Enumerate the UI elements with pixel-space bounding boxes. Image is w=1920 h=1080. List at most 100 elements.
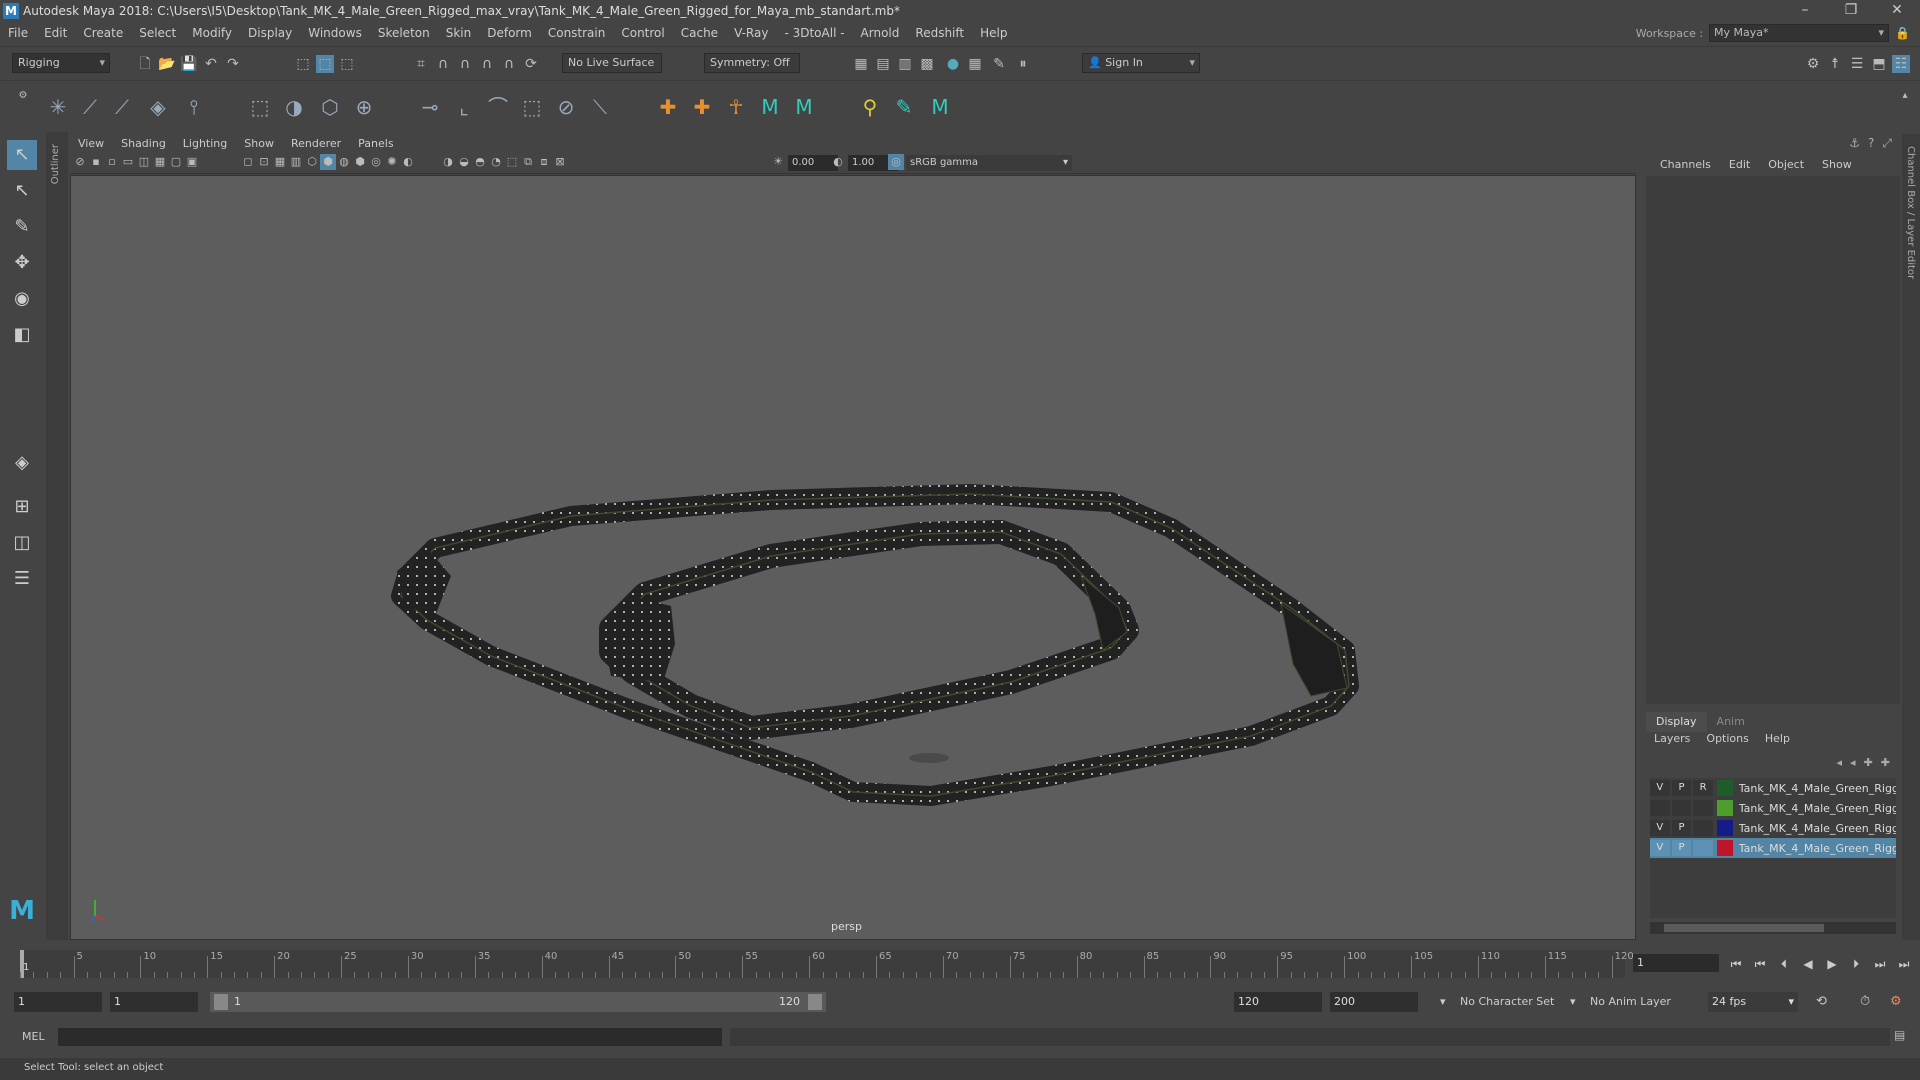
- redo-icon[interactable]: ↷: [224, 55, 242, 73]
- minimize-button[interactable]: –: [1782, 0, 1828, 22]
- grid-icon[interactable]: ▦: [152, 154, 168, 170]
- play-forwards-icon[interactable]: ▶: [1822, 954, 1842, 974]
- layout-single-icon[interactable]: ⊞: [7, 492, 37, 522]
- auto-key-icon[interactable]: ⏱: [1860, 992, 1870, 1012]
- fps-dropdown[interactable]: 24 fps ▾: [1708, 992, 1798, 1012]
- layer-visibility-toggle[interactable]: V: [1650, 840, 1670, 856]
- render-settings-icon[interactable]: ▩: [918, 55, 936, 73]
- isolate-select-icon[interactable]: ⬚: [504, 154, 520, 170]
- safe-action-icon[interactable]: ▦: [272, 154, 288, 170]
- move-layer-down-icon[interactable]: ◂: [1850, 756, 1856, 769]
- menu-control[interactable]: Control: [613, 26, 672, 40]
- playback-start-field[interactable]: 1: [110, 992, 198, 1012]
- layer-display-type-toggle[interactable]: [1693, 820, 1713, 836]
- perspective-viewport[interactable]: persp: [70, 175, 1636, 940]
- menu-deform[interactable]: Deform: [479, 26, 540, 40]
- snap-point-icon[interactable]: ∩: [456, 55, 474, 73]
- menu-windows[interactable]: Windows: [300, 26, 370, 40]
- channel-box-menu-edit[interactable]: Edit: [1721, 158, 1758, 171]
- menu-select[interactable]: Select: [131, 26, 184, 40]
- layer-color-swatch[interactable]: [1716, 820, 1733, 836]
- xray-icon[interactable]: ⧉: [520, 154, 536, 170]
- paint-weights-icon[interactable]: ◑: [280, 93, 308, 121]
- menu-file[interactable]: File: [0, 26, 36, 40]
- layer-display-type-toggle[interactable]: [1693, 840, 1713, 856]
- menu-vray[interactable]: V-Ray: [726, 26, 776, 40]
- tool-settings-icon[interactable]: ⬒: [1870, 55, 1888, 73]
- shelf-menu-icon[interactable]: ⚙: [14, 87, 32, 105]
- bind-skin-icon[interactable]: ⬚: [246, 93, 274, 121]
- human-ik-icon[interactable]: ☨: [1826, 55, 1844, 73]
- move-layer-up-icon[interactable]: ◂: [1837, 756, 1843, 769]
- joint-tool-icon[interactable]: ✳: [44, 93, 72, 121]
- loop-icon[interactable]: ⟲: [1816, 992, 1827, 1012]
- layer-row[interactable]: V P Tank_MK_4_Male_Green_Rigged: [1650, 818, 1896, 838]
- xray-components-icon[interactable]: ⊠: [552, 154, 568, 170]
- step-back-key-icon[interactable]: ⏮: [1750, 954, 1770, 974]
- panel-menu-lighting[interactable]: Lighting: [175, 137, 236, 150]
- panel-menu-shading[interactable]: Shading: [113, 137, 175, 150]
- step-back-frame-icon[interactable]: ⏴: [1774, 954, 1794, 974]
- channel-box-side-tab[interactable]: Channel Box / Layer Editor: [1902, 134, 1920, 940]
- undo-icon[interactable]: ↶: [202, 55, 220, 73]
- menu-edit[interactable]: Edit: [36, 26, 75, 40]
- animation-start-field[interactable]: 1: [14, 992, 102, 1012]
- menu-constrain[interactable]: Constrain: [540, 26, 614, 40]
- preferences-icon[interactable]: ⚙: [1890, 992, 1902, 1012]
- resolution-gate-icon[interactable]: ▣: [184, 154, 200, 170]
- lock-icon[interactable]: 🔒: [1895, 26, 1910, 40]
- menu-create[interactable]: Create: [75, 26, 131, 40]
- symmetry-dropdown[interactable]: Symmetry: Off: [704, 53, 800, 73]
- attribute-editor-icon[interactable]: ☰: [1848, 55, 1866, 73]
- layer-visibility-toggle[interactable]: V: [1650, 780, 1670, 796]
- snap-view-icon[interactable]: ∩: [478, 55, 496, 73]
- range-bar[interactable]: 1 120: [210, 992, 826, 1012]
- menu-modify[interactable]: Modify: [184, 26, 240, 40]
- camera-attributes-icon[interactable]: ⊘: [72, 154, 88, 170]
- menuset-dropdown[interactable]: Rigging ▾: [12, 53, 110, 73]
- layer-scrollbar-thumb[interactable]: [1664, 924, 1824, 932]
- menu-arnold[interactable]: Arnold: [853, 26, 908, 40]
- layer-color-swatch[interactable]: [1716, 840, 1733, 856]
- scale-tool-icon[interactable]: ◧: [7, 320, 37, 350]
- image-plane-icon[interactable]: ▫: [104, 154, 120, 170]
- maya-script-icon[interactable]: M: [756, 93, 784, 121]
- menu-display[interactable]: Display: [240, 26, 300, 40]
- layer-display-type-toggle[interactable]: [1693, 800, 1713, 816]
- open-scene-icon[interactable]: 📂: [158, 55, 176, 73]
- point-constraint-icon[interactable]: ⌞: [450, 93, 478, 121]
- channel-box-menu-show[interactable]: Show: [1814, 158, 1860, 171]
- xray-joints-icon[interactable]: ⧈: [536, 154, 552, 170]
- channel-box-pin-icon[interactable]: ⚓: [1849, 136, 1860, 151]
- channel-box-help-icon[interactable]: ?: [1868, 136, 1874, 151]
- menu-redshift[interactable]: Redshift: [907, 26, 972, 40]
- motion-blur-icon[interactable]: ◒: [456, 154, 472, 170]
- menu-skin[interactable]: Skin: [438, 26, 480, 40]
- last-tool-icon[interactable]: ◈: [7, 448, 37, 478]
- close-button[interactable]: ✕: [1874, 0, 1920, 22]
- color-space-dropdown[interactable]: sRGB gamma ▾: [906, 155, 1072, 171]
- grease-pencil-icon[interactable]: ◫: [136, 154, 152, 170]
- human-ik-skeleton-icon[interactable]: ☥: [722, 93, 750, 121]
- menu-3dtoall[interactable]: - 3DtoAll -: [776, 26, 852, 40]
- cluster-handle-icon[interactable]: ✚: [688, 93, 716, 121]
- channel-box-menu-object[interactable]: Object: [1760, 158, 1812, 171]
- vray-render-icon[interactable]: ✎: [990, 55, 1008, 73]
- snap-vertex-icon[interactable]: ⟳: [522, 55, 540, 73]
- maya-script-3-icon[interactable]: M: [926, 93, 954, 121]
- play-backwards-icon[interactable]: ◀: [1798, 954, 1818, 974]
- panel-menu-show[interactable]: Show: [236, 137, 283, 150]
- menu-skeleton[interactable]: Skeleton: [370, 26, 438, 40]
- layer-playback-toggle[interactable]: P: [1671, 780, 1692, 796]
- restore-button[interactable]: ❐: [1828, 0, 1874, 22]
- gate-mask-icon[interactable]: ◻: [240, 154, 256, 170]
- new-layer-selected-icon[interactable]: ✚: [1881, 756, 1890, 769]
- set-driven-key-icon[interactable]: ⚲: [856, 93, 884, 121]
- modeling-toolkit-icon[interactable]: ⚙: [1804, 55, 1822, 73]
- rotate-tool-icon[interactable]: ◉: [7, 284, 37, 314]
- live-surface-field[interactable]: No Live Surface: [562, 53, 662, 73]
- ambient-occlusion-icon[interactable]: ◑: [440, 154, 456, 170]
- scale-constraint-icon[interactable]: ⬚: [518, 93, 546, 121]
- step-forward-key-icon[interactable]: ⏭: [1870, 954, 1890, 974]
- anim-layer-label[interactable]: No Anim Layer: [1590, 992, 1671, 1012]
